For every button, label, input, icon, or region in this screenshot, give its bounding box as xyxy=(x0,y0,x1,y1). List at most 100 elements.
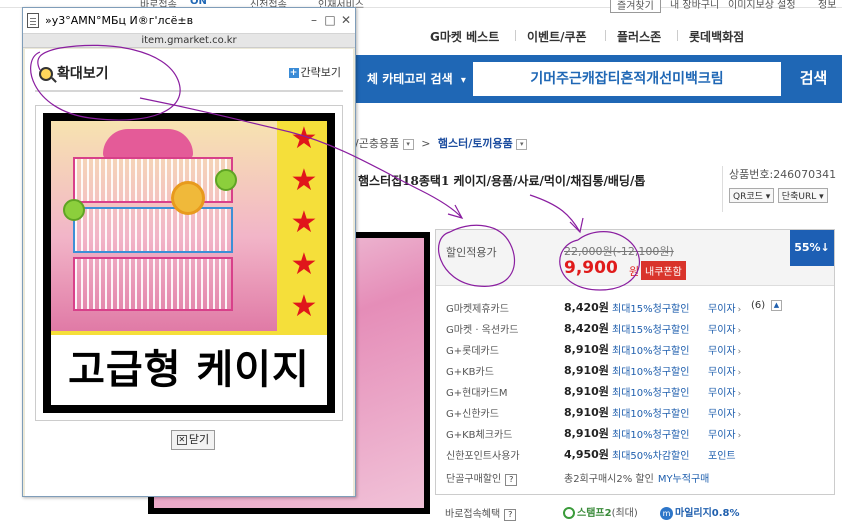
chevron-right-icon: › xyxy=(737,389,742,399)
benefit-label: 바로접속혜택? xyxy=(445,505,517,521)
card-discount-link[interactable]: 최대10%청구할인 xyxy=(612,342,689,357)
chevron-right-icon: › xyxy=(737,305,742,315)
image-caption: 고급형 케이지 xyxy=(51,335,327,405)
my-cumulative-purchase-link[interactable]: MY누적구매 xyxy=(658,474,710,485)
card-name: G마켓 · 옥션카드 xyxy=(446,325,519,336)
direct-access-badge[interactable]: ON xyxy=(190,0,207,7)
popup-titlebar[interactable]: »у3°АМN°МБц И®г'лсё±в – □ ✕ xyxy=(23,8,355,34)
star-icon: ★ xyxy=(290,205,318,240)
search-input[interactable]: 기머주근캐잡티혼적개선미백크림 xyxy=(473,62,781,96)
breadcrumb: /곤충용품 ▾ > 햄스터/토끼용품 ▾ xyxy=(355,135,528,151)
breadcrumb-separator: > xyxy=(421,137,431,150)
card-price: 4,950원 xyxy=(564,448,609,461)
simple-view-link[interactable]: + 간략보기 xyxy=(288,64,341,80)
stamp-note: (최대) xyxy=(611,508,638,519)
card-discount-row: G마켓 · 옥션카드 8,420원 최대15%청구할인 무이자 › xyxy=(436,317,834,337)
interest-free-label: 무이자 xyxy=(708,304,736,315)
interest-free-link[interactable]: 무이자 › xyxy=(708,321,741,336)
bulk-discount-label: 단골구매할인? xyxy=(446,470,518,486)
product-number-box: 상품번호:246070341 QR코드 ▾ 단축URL ▾ xyxy=(722,166,840,212)
price-header: 할인적용가 22,000원(-12,100원) 9,900 원 내쿠폰함 55%… xyxy=(436,230,834,286)
point-link[interactable]: 포인트 xyxy=(708,447,736,462)
zoom-view-heading-text: 확대보기 xyxy=(57,66,109,82)
card-price: 8,420원 xyxy=(564,322,609,335)
image-settings-link[interactable]: 이미지보상 설정 xyxy=(728,0,796,11)
card-discount-link[interactable]: 최대10%청구할인 xyxy=(612,426,689,441)
zoom-image-frame: ★ ★ ★ ★ ★ 고급형 케이지 xyxy=(35,105,343,421)
star-icon: ★ xyxy=(290,163,318,198)
zoom-popup-window: »у3°АМN°МБц И®г'лсё±в – □ ✕ item.gmarket… xyxy=(22,7,356,497)
interest-free-link[interactable]: 무이자 › xyxy=(708,300,741,315)
stamp-count: 스탬프2 xyxy=(577,508,612,519)
card-discount-link[interactable]: 최대15%청구할인 xyxy=(612,321,689,336)
favorites-button[interactable]: 즐겨찾기 xyxy=(610,0,661,13)
star-icon: ★ xyxy=(290,289,318,324)
interest-free-label: 무이자 xyxy=(708,388,736,399)
chevron-down-icon: ▾ xyxy=(460,75,466,86)
product-number-value: 246070341 xyxy=(773,168,837,181)
mileage-icon: m xyxy=(660,506,673,520)
info-link[interactable]: 정보 xyxy=(818,0,836,11)
chevron-right-icon: › xyxy=(737,347,742,357)
nav-events-coupons[interactable]: 이벤트/쿠폰 xyxy=(527,28,587,45)
search-category-select[interactable]: 체 카테고리 검색 ▾ xyxy=(355,67,470,91)
short-url-button[interactable]: 단축URL ▾ xyxy=(777,188,828,203)
card-price: 8,910원 xyxy=(564,385,609,398)
chevron-right-icon: › xyxy=(737,410,742,420)
direct-access-benefit-row: 바로접속혜택? 스탬프2(최대) m 마일리지0.8% xyxy=(445,505,842,525)
card-name: G마켓제휴카드 xyxy=(446,304,509,315)
interest-free-link[interactable]: 무이자 › xyxy=(708,405,741,420)
card-name: G+현대카드M xyxy=(446,388,508,399)
zoom-image[interactable]: ★ ★ ★ ★ ★ 고급형 케이지 xyxy=(43,113,335,413)
card-discount-link[interactable]: 최대50%차감할인 xyxy=(612,447,689,462)
nav-lotte-department[interactable]: 롯데백화점 xyxy=(689,28,744,45)
hamster-cage xyxy=(63,129,237,315)
card-discount-link[interactable]: 최대10%청구할인 xyxy=(612,363,689,378)
interest-free-link[interactable]: 무이자 › xyxy=(708,363,741,378)
card-name: G+KB카드 xyxy=(446,367,494,378)
cage-level xyxy=(73,157,233,203)
breadcrumb-prev[interactable]: /곤충용품 xyxy=(355,137,399,150)
annotation-arrowhead xyxy=(447,204,464,219)
nav-gmarket-best[interactable]: G마켓 베스트 xyxy=(430,28,499,45)
simple-view-label: 간략보기 xyxy=(300,66,341,79)
divider xyxy=(35,90,343,92)
cart-link[interactable]: 내 장바구니 xyxy=(670,0,719,11)
close-label: 닫기 xyxy=(188,433,210,446)
interest-free-link[interactable]: 무이자 › xyxy=(708,384,741,399)
discount-rate-badge: 55%↓ xyxy=(790,230,834,266)
maximize-icon[interactable]: □ xyxy=(323,12,337,28)
popup-title: »у3°АМN°МБц И®г'лсё±в xyxy=(45,14,194,27)
nav-divider xyxy=(515,30,516,41)
chevron-down-icon[interactable]: ▾ xyxy=(402,138,414,150)
qr-code-button[interactable]: QR코드 ▾ xyxy=(729,188,775,203)
nav-plus-zone[interactable]: 플러스존 xyxy=(617,28,661,45)
minimize-icon[interactable]: – xyxy=(307,12,321,28)
card-discount-link[interactable]: 최대10%청구할인 xyxy=(612,384,689,399)
interest-free-link[interactable]: 무이자 › xyxy=(708,342,741,357)
breadcrumb-current[interactable]: 햄스터/토끼용품 xyxy=(438,137,513,150)
hamster-cage-photo: ★ ★ ★ ★ ★ 고급형 케이지 xyxy=(51,121,327,405)
interest-free-link[interactable]: 무이자 › xyxy=(708,426,741,441)
zoom-view-heading: 확대보기 xyxy=(39,63,109,83)
chevron-right-icon: › xyxy=(737,368,742,378)
help-icon[interactable]: ? xyxy=(505,474,518,486)
close-icon[interactable]: ✕ xyxy=(339,12,353,28)
card-discount-row: 신한포인트사용가 4,950원 최대50%차감할인 포인트 xyxy=(436,443,834,463)
card-discount-link[interactable]: 최대15%청구할인 xyxy=(612,300,689,315)
card-name: G+롯데카드 xyxy=(446,346,499,357)
chevron-down-icon[interactable]: ▾ xyxy=(516,138,528,150)
chevron-right-icon: › xyxy=(737,326,742,336)
help-icon[interactable]: ? xyxy=(504,509,517,521)
coupon-box-button[interactable]: 내쿠폰함 xyxy=(641,261,686,280)
cage-level xyxy=(73,257,233,311)
card-discount-link[interactable]: 최대10%청구할인 xyxy=(612,405,689,420)
close-button[interactable]: ✕ 닫기 xyxy=(171,430,215,450)
chevron-up-icon[interactable]: ▲ xyxy=(771,300,782,311)
product-title: 햄스터집18종택1 케이지/용품/사료/먹이/채집통/배딩/톱 xyxy=(358,174,646,188)
plus-icon: + xyxy=(288,68,299,78)
card-discount-row: G+KB체크카드 8,910원 최대10%청구할인 무이자 › xyxy=(436,422,834,442)
bulk-discount-label-text: 단골구매할인 xyxy=(446,474,502,485)
search-button[interactable]: 검색 xyxy=(785,62,842,96)
document-icon xyxy=(27,13,39,28)
